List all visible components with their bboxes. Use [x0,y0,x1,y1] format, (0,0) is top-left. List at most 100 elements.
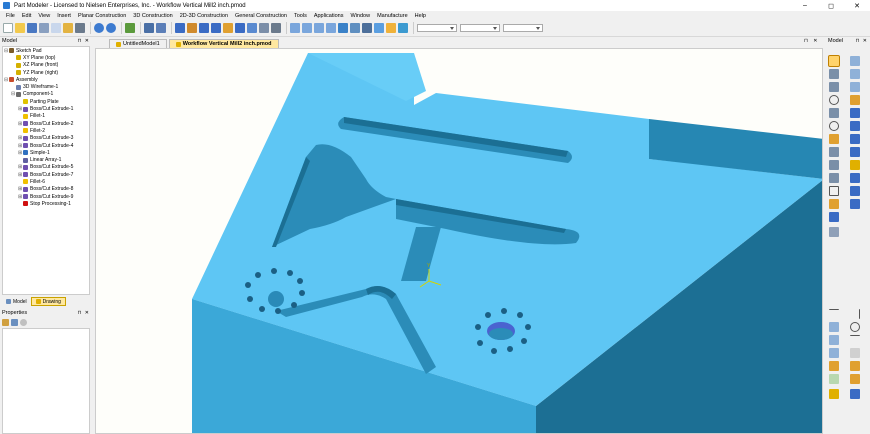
menu-3d-construction[interactable]: 3D Construction [133,13,172,19]
tree-item[interactable]: ⊞ Boss/Cut Extrude-1 [3,105,89,112]
offset-tool-icon[interactable] [829,173,839,183]
settings-icon[interactable] [20,319,27,326]
tab-untitled-model[interactable]: UntitledModel1 [109,39,167,48]
view-right-icon[interactable] [326,23,336,33]
revolve-icon[interactable] [211,23,221,33]
dimension-tool-icon[interactable] [850,56,860,66]
render-icon[interactable] [175,23,185,33]
tab-workflow-vertical-mill[interactable]: Workflow Vertical Mill2 inch.pmod [168,39,279,48]
tree-item[interactable]: XZ Plane (front) [3,62,89,69]
chamfer-2d-tool-icon[interactable] [829,160,839,170]
menu-applications[interactable]: Applications [314,13,344,19]
selection-filter-icon[interactable] [386,23,396,33]
angle-tool-icon[interactable] [850,69,860,79]
shaded-icon[interactable] [338,23,348,33]
tree-item[interactable]: ⊞ Boss/Cut Extrude-2 [3,120,89,127]
tree-item[interactable]: 3D Wireframe-1 [3,83,89,90]
menu-file[interactable]: File [6,13,15,19]
extrude-icon[interactable] [199,23,209,33]
tree-item[interactable]: ⊟ Component-1 [3,91,89,98]
polygon-tool-icon[interactable] [829,199,839,209]
model-viewport[interactable]: Y [95,48,823,434]
part-render[interactable]: Y [96,49,823,434]
fix-constraint-icon[interactable] [850,374,860,384]
new-file-icon[interactable] [3,23,13,33]
print-icon[interactable] [75,23,85,33]
grid-snap-icon[interactable] [829,374,839,384]
redo-icon[interactable] [106,23,116,33]
extrude-tool-icon[interactable] [850,95,860,105]
parameters-icon[interactable] [398,23,408,33]
text-tool-icon[interactable] [850,173,860,183]
paste-icon[interactable] [63,23,73,33]
chamfer-icon[interactable] [247,23,257,33]
vertical-constraint-icon[interactable] [850,309,860,319]
view-iso-icon[interactable] [290,23,300,33]
axis-tool-icon[interactable] [850,82,860,92]
coincident-constraint-icon[interactable] [829,322,839,332]
tree-item[interactable]: Linear Array-1 [3,156,89,163]
pattern-tool-icon[interactable] [850,199,860,209]
fillet-2d-tool-icon[interactable] [829,147,839,157]
arc-tool-icon[interactable] [829,82,839,92]
revolve-tool-icon[interactable] [850,108,860,118]
parallel-constraint-icon[interactable] [850,335,860,345]
copy-icon[interactable] [51,23,61,33]
undo-icon[interactable] [94,23,104,33]
menu-planar-construction[interactable]: Planar Construction [78,13,126,19]
sketch-icon[interactable] [271,23,281,33]
tangent-constraint-icon[interactable] [829,361,839,371]
circle-tool-icon[interactable] [829,95,839,105]
view-front-icon[interactable] [302,23,312,33]
style-dropdown[interactable] [460,24,500,32]
spline-tool-icon[interactable] [829,108,839,118]
menu-tools[interactable]: Tools [294,13,307,19]
fillet-icon[interactable] [235,23,245,33]
tree-item[interactable]: ⊞ Boss/Cut Extrude-8 [3,186,89,193]
tab-drawing[interactable]: Drawing [30,297,66,306]
mirror-tool-icon[interactable] [829,212,839,222]
document-pin-close[interactable]: ⊓ ✕ [804,38,819,44]
menu-help[interactable]: Help [415,13,426,19]
tree-item[interactable]: Fillet-1 [3,113,89,120]
tree-item[interactable]: Fillet-6 [3,178,89,185]
symmetric-constraint-icon[interactable] [850,361,860,371]
zoom-fit-icon[interactable] [156,23,166,33]
view-top-icon[interactable] [314,23,324,33]
properties-pin-close[interactable]: ⊓ ✕ [78,310,90,316]
hole-icon[interactable] [259,23,269,33]
ellipse-tool-icon[interactable] [829,121,839,131]
maximize-button[interactable]: ◻ [818,0,844,11]
menu-window[interactable]: Window [351,13,371,19]
solve-icon[interactable] [850,389,860,399]
concentric-constraint-icon[interactable] [850,322,860,332]
menu-edit[interactable]: Edit [22,13,31,19]
model-panel-pin-close[interactable]: ⊓ ✕ [78,38,90,44]
tree-item[interactable]: ⊞ Boss/Cut Extrude-9 [3,193,89,200]
menu-manufacture[interactable]: Manufacture [377,13,408,19]
tree-item[interactable]: YZ Plane (right) [3,69,89,76]
rectangle-tool-icon[interactable] [829,186,839,196]
tree-item[interactable]: Parting Plate [3,98,89,105]
minimize-button[interactable]: – [792,0,818,11]
tree-item[interactable]: ⊟ Assembly [3,76,89,83]
loft-tool-icon[interactable] [850,134,860,144]
right-panel-pin-close[interactable]: ⊓ ✕ [856,38,868,44]
feature-icon[interactable] [187,23,197,33]
layer-dropdown[interactable] [417,24,457,32]
menu-2d-3d-construction[interactable]: 2D-3D Construction [180,13,228,19]
tree-item[interactable]: ⊞ Boss/Cut Extrude-3 [3,135,89,142]
menu-view[interactable]: View [38,13,50,19]
menu-insert[interactable]: Insert [57,13,71,19]
tree-item[interactable]: Fillet-2 [3,127,89,134]
wireframe-icon[interactable] [350,23,360,33]
shell-tool-icon[interactable] [850,147,860,157]
equal-constraint-icon[interactable] [829,348,839,358]
horizontal-constraint-icon[interactable] [829,309,839,319]
tree-item[interactable]: ⊞ Boss/Cut Extrude-4 [3,142,89,149]
fillet-3d-tool-icon[interactable] [850,160,860,170]
trim-tool-icon[interactable] [829,227,839,237]
tree-item[interactable]: XY Plane (top) [3,54,89,61]
tree-item[interactable]: Stop Processing-1 [3,200,89,207]
color-dropdown[interactable] [503,24,543,32]
